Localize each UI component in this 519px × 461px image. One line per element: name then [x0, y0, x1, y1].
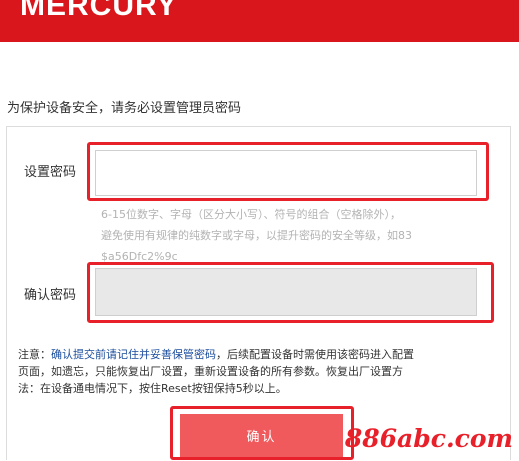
password-hint: 6-15位数字、字母（区分大小写）、符号的组合（空格除外）， 避免使用有规律的纯… — [101, 204, 481, 267]
hint-line-3: $a56Dfc2%9c — [101, 250, 178, 263]
confirm-password-input[interactable] — [95, 268, 477, 316]
notice-highlight: 确认提交前请记住并妥善保管密码 — [51, 348, 216, 361]
notice-prefix: 注意： — [18, 348, 51, 361]
notice-line-1-rest: ，后续配置设备时需使用该密码进入配置 — [216, 348, 414, 361]
hint-line-2: 避免使用有规律的纯数字或字母，以提升密码的安全等级，如83 — [101, 229, 412, 242]
site-watermark: 886abc.com — [344, 424, 513, 453]
intro-text: 为保护设备安全，请务必设置管理员密码 — [7, 101, 242, 116]
notice-text: 注意：确认提交前请记住并妥善保管密码，后续配置设备时需使用该密码进入配置 页面，… — [18, 346, 503, 397]
confirm-button[interactable]: 确认 — [180, 414, 343, 460]
notice-line-1: 注意：确认提交前请记住并妥善保管密码，后续配置设备时需使用该密码进入配置 — [18, 346, 503, 363]
password-input[interactable] — [95, 150, 477, 196]
password-label: 设置密码 — [24, 165, 77, 180]
notice-line-2: 页面，如遗忘，只能恢复出厂设置，重新设置设备的所有参数。恢复出厂设置方 — [18, 365, 403, 378]
confirm-password-label: 确认密码 — [24, 288, 77, 303]
notice-line-3: 法：在设备通电情况下，按住Reset按钮保持5秒以上。 — [18, 382, 287, 395]
top-header-bar: MERCURY — [0, 0, 519, 42]
mercury-logo: MERCURY — [20, 0, 178, 22]
hint-line-1: 6-15位数字、字母（区分大小写）、符号的组合（空格除外）， — [101, 208, 401, 221]
